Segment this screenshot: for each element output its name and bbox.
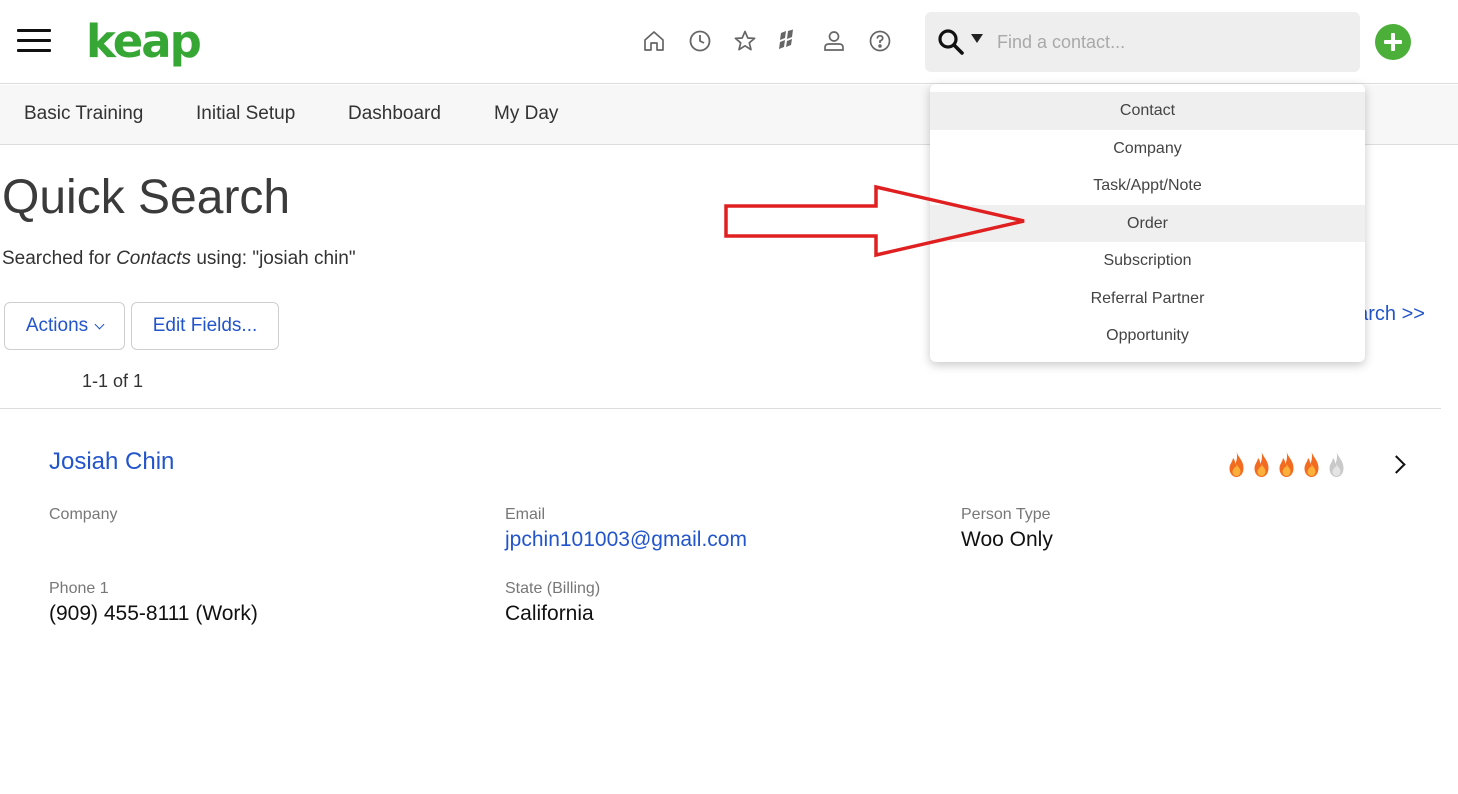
edit-fields-label: Edit Fields... [152,315,258,336]
chevron-right-icon[interactable] [1388,454,1408,474]
search-type-dropdown: Contact Company Task/Appt/Note Order Sub… [930,84,1365,362]
dropdown-item-opportunity[interactable]: Opportunity [930,317,1365,355]
divider [0,408,1441,409]
tab-basic-training[interactable]: Basic Training [24,103,143,125]
person-type-label: Person Type [961,506,1051,523]
clock-icon[interactable] [686,27,714,55]
state-label: State (Billing) [505,580,601,597]
tab-initial-setup[interactable]: Initial Setup [196,103,295,125]
dropdown-item-order[interactable]: Order [930,204,1365,242]
search-type-toggle[interactable] [937,28,997,56]
result-count: 1-1 of 1 [82,371,144,391]
home-icon[interactable] [640,27,668,55]
flame-icon-active [1254,451,1269,477]
dropdown-item-subscription[interactable]: Subscription [930,242,1365,280]
hamburger-menu-icon[interactable] [17,29,51,53]
state-value: California [505,602,594,625]
person-icon[interactable] [820,27,848,55]
actions-button[interactable]: Actions [4,302,125,350]
page-title: Quick Search [2,171,291,224]
star-icon[interactable] [731,27,759,55]
flame-icon-active [1279,451,1294,477]
summary-entity: Contacts [116,248,192,269]
dropdown-item-contact[interactable]: Contact [930,92,1365,130]
dropdown-item-company[interactable]: Company [930,130,1365,168]
contact-name-link[interactable]: Josiah Chin [49,448,174,476]
tab-my-day[interactable]: My Day [494,103,558,125]
caret-down-icon [971,34,983,43]
search-summary: Searched for Contacts using: "josiah chi… [2,248,356,270]
email-link[interactable]: jpchin101003@gmail.com [505,528,747,552]
edit-fields-button[interactable]: Edit Fields... [131,302,279,350]
flame-icon-active [1229,451,1244,477]
keap-logo[interactable]: keap [86,14,202,70]
summary-suffix: using: "josiah chin" [196,248,356,269]
company-label: Company [49,506,118,523]
phone-value: (909) 455-8111 (Work) [49,602,258,625]
top-header: keap [0,0,1458,84]
phone-label: Phone 1 [49,580,109,597]
lead-score [1224,450,1349,478]
chevron-down-icon [94,319,105,329]
feather-icon[interactable] [773,27,801,55]
summary-prefix: Searched for [2,248,111,269]
dropdown-item-referral-partner[interactable]: Referral Partner [930,280,1365,318]
email-label: Email [505,506,546,523]
actions-label: Actions [25,315,89,336]
help-icon[interactable] [866,27,894,55]
search-icon [938,29,964,55]
dropdown-item-task-appt-note[interactable]: Task/Appt/Note [930,167,1365,205]
add-button[interactable] [1375,24,1411,60]
search-input[interactable] [997,26,1337,58]
flame-icon-inactive [1329,451,1344,477]
person-type-value: Woo Only [961,528,1053,551]
flame-icon-active [1304,451,1319,477]
contact-search-box [925,12,1360,72]
tab-dashboard[interactable]: Dashboard [348,103,441,125]
